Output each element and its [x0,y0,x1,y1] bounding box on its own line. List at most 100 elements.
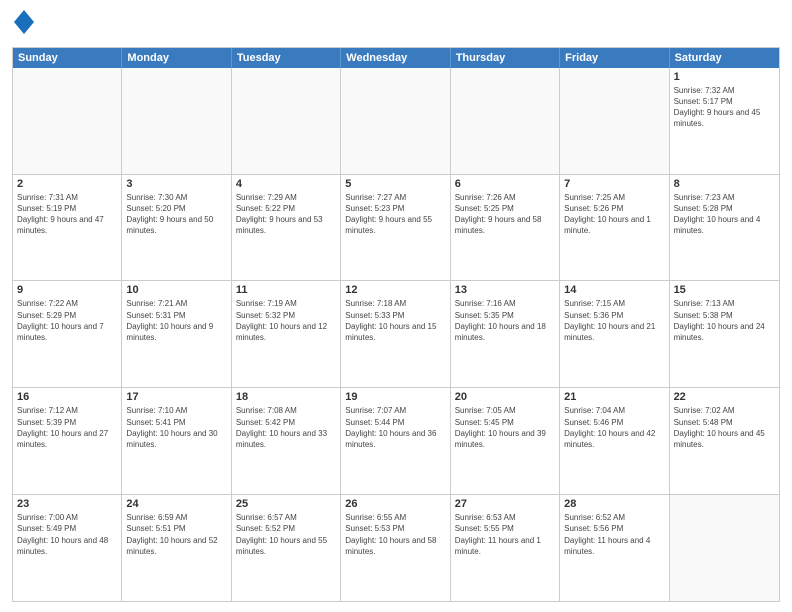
cell-info: Sunrise: 7:32 AMSunset: 5:17 PMDaylight:… [674,85,775,130]
cell-3-3: 19 Sunrise: 7:07 AMSunset: 5:44 PMDayligh… [341,388,450,494]
cell-info: Sunrise: 6:55 AMSunset: 5:53 PMDaylight:… [345,512,445,557]
day-number: 25 [236,498,336,510]
cell-4-4: 27 Sunrise: 6:53 AMSunset: 5:55 PMDayligh… [451,495,560,601]
day-number: 24 [126,498,226,510]
cell-0-6: 1 Sunrise: 7:32 AMSunset: 5:17 PMDaylight… [670,68,779,174]
cell-1-3: 5Sunrise: 7:27 AMSunset: 5:23 PMDaylight… [341,175,450,281]
cell-info: Sunrise: 6:53 AMSunset: 5:55 PMDaylight:… [455,512,555,557]
header-sunday: Sunday [13,48,122,68]
day-number: 1 [674,71,775,83]
calendar-header: Sunday Monday Tuesday Wednesday Thursday… [13,48,779,68]
week-row-4: 23 Sunrise: 7:00 AMSunset: 5:49 PMDayligh… [13,494,779,601]
cell-info: Sunrise: 7:29 AMSunset: 5:22 PMDaylight:… [236,192,336,237]
day-number: 11 [236,284,336,296]
day-number: 14 [564,284,664,296]
cell-info: Sunrise: 6:59 AMSunset: 5:51 PMDaylight:… [126,512,226,557]
cell-info: Sunrise: 7:23 AMSunset: 5:28 PMDaylight:… [674,192,775,237]
cell-3-4: 20 Sunrise: 7:05 AMSunset: 5:45 PMDayligh… [451,388,560,494]
week-row-0: 1 Sunrise: 7:32 AMSunset: 5:17 PMDaylight… [13,68,779,174]
cell-info: Sunrise: 7:18 AMSunset: 5:33 PMDaylight:… [345,298,445,343]
cell-0-4 [451,68,560,174]
day-number: 26 [345,498,445,510]
cell-0-1 [122,68,231,174]
cell-4-0: 23 Sunrise: 7:00 AMSunset: 5:49 PMDayligh… [13,495,122,601]
cell-info: Sunrise: 7:16 AMSunset: 5:35 PMDaylight:… [455,298,555,343]
cell-3-5: 21Sunrise: 7:04 AMSunset: 5:46 PMDayligh… [560,388,669,494]
day-number: 16 [17,391,117,403]
day-number: 17 [126,391,226,403]
header-friday: Friday [560,48,669,68]
day-number: 22 [674,391,775,403]
header-saturday: Saturday [670,48,779,68]
cell-info: Sunrise: 7:13 AMSunset: 5:38 PMDaylight:… [674,298,775,343]
day-number: 20 [455,391,555,403]
cell-4-6 [670,495,779,601]
cell-0-0 [13,68,122,174]
cell-info: Sunrise: 7:04 AMSunset: 5:46 PMDaylight:… [564,405,664,450]
cell-info: Sunrise: 7:07 AMSunset: 5:44 PMDaylight:… [345,405,445,450]
day-number: 18 [236,391,336,403]
cell-2-4: 13 Sunrise: 7:16 AMSunset: 5:35 PMDayligh… [451,281,560,387]
day-number: 2 [17,178,117,190]
cell-1-6: 8 Sunrise: 7:23 AMSunset: 5:28 PMDaylight… [670,175,779,281]
cell-2-0: 9Sunrise: 7:22 AMSunset: 5:29 PMDaylight… [13,281,122,387]
cell-2-5: 14 Sunrise: 7:15 AMSunset: 5:36 PMDayligh… [560,281,669,387]
cell-0-5 [560,68,669,174]
cell-info: Sunrise: 6:52 AMSunset: 5:56 PMDaylight:… [564,512,664,557]
calendar: Sunday Monday Tuesday Wednesday Thursday… [12,47,780,602]
cell-3-6: 22 Sunrise: 7:02 AMSunset: 5:48 PMDayligh… [670,388,779,494]
cell-info: Sunrise: 7:15 AMSunset: 5:36 PMDaylight:… [564,298,664,343]
cell-info: Sunrise: 7:25 AMSunset: 5:26 PMDaylight:… [564,192,664,237]
header-wednesday: Wednesday [341,48,450,68]
cell-2-6: 15 Sunrise: 7:13 AMSunset: 5:38 PMDayligh… [670,281,779,387]
logo [12,10,34,39]
cell-3-2: 18 Sunrise: 7:08 AMSunset: 5:42 PMDayligh… [232,388,341,494]
week-row-1: 2 Sunrise: 7:31 AMSunset: 5:19 PMDaylight… [13,174,779,281]
cell-2-3: 12 Sunrise: 7:18 AMSunset: 5:33 PMDayligh… [341,281,450,387]
cell-3-0: 16Sunrise: 7:12 AMSunset: 5:39 PMDayligh… [13,388,122,494]
day-number: 10 [126,284,226,296]
cell-info: Sunrise: 7:31 AMSunset: 5:19 PMDaylight:… [17,192,117,237]
cell-1-4: 6 Sunrise: 7:26 AMSunset: 5:25 PMDaylight… [451,175,560,281]
cell-info: Sunrise: 7:00 AMSunset: 5:49 PMDaylight:… [17,512,117,557]
cell-info: Sunrise: 7:05 AMSunset: 5:45 PMDaylight:… [455,405,555,450]
header-thursday: Thursday [451,48,560,68]
day-number: 7 [564,178,664,190]
day-number: 5 [345,178,445,190]
cell-info: Sunrise: 7:21 AMSunset: 5:31 PMDaylight:… [126,298,226,343]
cell-info: Sunrise: 7:30 AMSunset: 5:20 PMDaylight:… [126,192,226,237]
header-monday: Monday [122,48,231,68]
day-number: 28 [564,498,664,510]
cell-info: Sunrise: 7:26 AMSunset: 5:25 PMDaylight:… [455,192,555,237]
day-number: 12 [345,284,445,296]
cell-3-1: 17 Sunrise: 7:10 AMSunset: 5:41 PMDayligh… [122,388,231,494]
cell-info: Sunrise: 7:08 AMSunset: 5:42 PMDaylight:… [236,405,336,450]
day-number: 23 [17,498,117,510]
header [12,10,780,39]
cell-4-5: 28 Sunrise: 6:52 AMSunset: 5:56 PMDayligh… [560,495,669,601]
cell-1-2: 4 Sunrise: 7:29 AMSunset: 5:22 PMDaylight… [232,175,341,281]
cell-0-3 [341,68,450,174]
cell-4-3: 26 Sunrise: 6:55 AMSunset: 5:53 PMDayligh… [341,495,450,601]
day-number: 19 [345,391,445,403]
day-number: 27 [455,498,555,510]
day-number: 8 [674,178,775,190]
cell-1-0: 2 Sunrise: 7:31 AMSunset: 5:19 PMDaylight… [13,175,122,281]
cell-info: Sunrise: 7:02 AMSunset: 5:48 PMDaylight:… [674,405,775,450]
cell-info: Sunrise: 7:10 AMSunset: 5:41 PMDaylight:… [126,405,226,450]
cell-4-1: 24 Sunrise: 6:59 AMSunset: 5:51 PMDayligh… [122,495,231,601]
day-number: 4 [236,178,336,190]
cell-4-2: 25Sunrise: 6:57 AMSunset: 5:52 PMDayligh… [232,495,341,601]
cell-1-5: 7 Sunrise: 7:25 AMSunset: 5:26 PMDaylight… [560,175,669,281]
day-number: 6 [455,178,555,190]
header-tuesday: Tuesday [232,48,341,68]
day-number: 9 [17,284,117,296]
day-number: 13 [455,284,555,296]
cell-info: Sunrise: 7:19 AMSunset: 5:32 PMDaylight:… [236,298,336,343]
calendar-body: 1 Sunrise: 7:32 AMSunset: 5:17 PMDaylight… [13,68,779,601]
week-row-3: 16Sunrise: 7:12 AMSunset: 5:39 PMDayligh… [13,387,779,494]
page: Sunday Monday Tuesday Wednesday Thursday… [0,0,792,612]
day-number: 15 [674,284,775,296]
cell-2-2: 11 Sunrise: 7:19 AMSunset: 5:32 PMDayligh… [232,281,341,387]
logo-icon [14,10,34,34]
